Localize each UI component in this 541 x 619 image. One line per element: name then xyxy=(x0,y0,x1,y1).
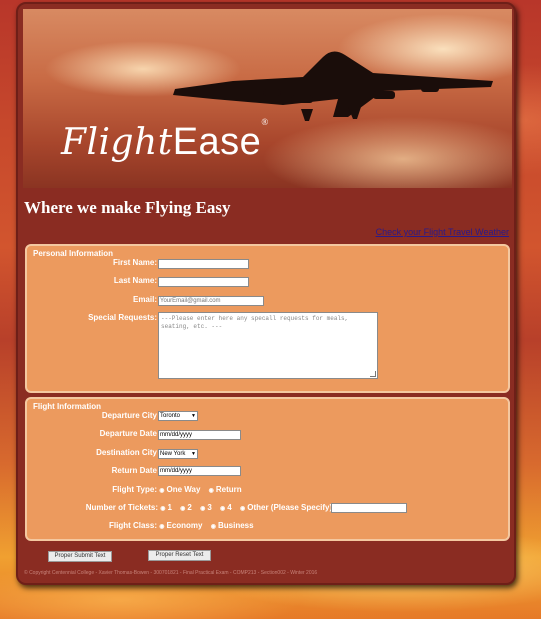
flight-class-label: Flight Class: xyxy=(108,521,157,530)
flight-type-option: Return xyxy=(215,485,242,494)
dropdown-arrow-icon: ▼ xyxy=(191,451,196,457)
flight-type-label: Flight Type: xyxy=(112,485,157,494)
ticket-option: Other (Please Specify): xyxy=(247,503,335,512)
page-container: FlightEase® Where we make Flying Easy Ch… xyxy=(16,2,516,585)
personal-info-fieldset: Personal Information First Name: Last Na… xyxy=(25,244,510,393)
tickets-row: Number of Tickets: ◉ 1 ◉ 2 ◉ 3 ◉ 4 ◉ Other (P… xyxy=(27,503,335,512)
special-requests-textarea[interactable]: ---Please enter here any specall request… xyxy=(158,312,378,379)
departure-city-select[interactable]: Toronto ▼ xyxy=(158,411,198,421)
flight-type-option: One Way xyxy=(166,485,201,494)
email-field[interactable]: YourEmail@gmail.com xyxy=(158,296,264,306)
radio-icon[interactable]: ◉ xyxy=(220,505,225,512)
reset-button[interactable]: Proper Reset Text xyxy=(148,550,211,561)
logo-registered-mark: ® xyxy=(261,117,269,127)
radio-icon[interactable]: ◉ xyxy=(159,487,164,494)
first-name-field[interactable] xyxy=(158,259,249,269)
radio-icon[interactable]: ◉ xyxy=(160,505,165,512)
email-label: Email: xyxy=(132,295,157,304)
return-date-label: Return Date xyxy=(111,466,157,475)
departure-date-field[interactable]: mm/dd/yyyy xyxy=(158,430,241,440)
logo-ease-text: Ease xyxy=(172,121,262,163)
logo-flight-text: Flight xyxy=(61,122,173,163)
flight-info-legend: Flight Information xyxy=(33,402,101,411)
weather-link[interactable]: Check your Flight Travel Weather xyxy=(376,227,509,237)
page-tagline: Where we make Flying Easy xyxy=(24,198,231,217)
ticket-option: 2 xyxy=(187,503,192,512)
flight-type-row: Flight Type: ◉ One Way ◉ Return xyxy=(67,485,242,494)
departure-date-label: Departure Date xyxy=(99,429,157,438)
copyright-footer: © Copyright Centennial College - Xavier … xyxy=(24,570,318,576)
ticket-option: 4 xyxy=(227,503,232,512)
header-banner: FlightEase® xyxy=(23,9,512,188)
departure-city-label: Departure City xyxy=(101,411,157,420)
destination-city-value: New York xyxy=(160,451,186,457)
flight-class-row: Flight Class: ◉ Economy ◉ Business xyxy=(67,521,254,530)
ticket-option: 3 xyxy=(207,503,212,512)
first-name-label: First Name: xyxy=(112,258,157,267)
destination-city-label: Destination City xyxy=(96,448,157,457)
return-date-field[interactable]: mm/dd/yyyy xyxy=(158,466,241,476)
special-requests-label: Special Requests: xyxy=(88,313,157,322)
ticket-option: 1 xyxy=(167,503,172,512)
last-name-label: Last Name: xyxy=(113,276,157,285)
submit-button[interactable]: Proper Submit Text xyxy=(48,551,112,562)
resize-grip-icon[interactable] xyxy=(370,371,376,377)
radio-icon[interactable]: ◉ xyxy=(209,487,214,494)
airplane-icon xyxy=(173,51,493,121)
radio-icon[interactable]: ◉ xyxy=(200,505,205,512)
destination-city-select[interactable]: New York ▼ xyxy=(158,449,198,459)
departure-city-value: Toronto xyxy=(160,413,181,419)
flight-class-option: Economy xyxy=(166,521,203,530)
other-tickets-field[interactable] xyxy=(331,503,407,513)
flight-info-fieldset: Flight Information Departure City Toront… xyxy=(25,397,510,541)
radio-icon[interactable]: ◉ xyxy=(159,523,164,530)
radio-icon[interactable]: ◉ xyxy=(180,505,185,512)
last-name-field[interactable] xyxy=(158,277,249,287)
dropdown-arrow-icon: ▼ xyxy=(191,413,196,419)
special-requests-placeholder: ---Please enter here any specall request… xyxy=(161,315,349,330)
radio-icon[interactable]: ◉ xyxy=(211,523,216,530)
radio-icon[interactable]: ◉ xyxy=(240,505,245,512)
flight-class-option: Business xyxy=(217,521,254,530)
personal-info-legend: Personal Information xyxy=(33,249,114,258)
flightease-logo: FlightEase® xyxy=(61,117,269,164)
tickets-label: Number of Tickets: xyxy=(85,503,158,512)
